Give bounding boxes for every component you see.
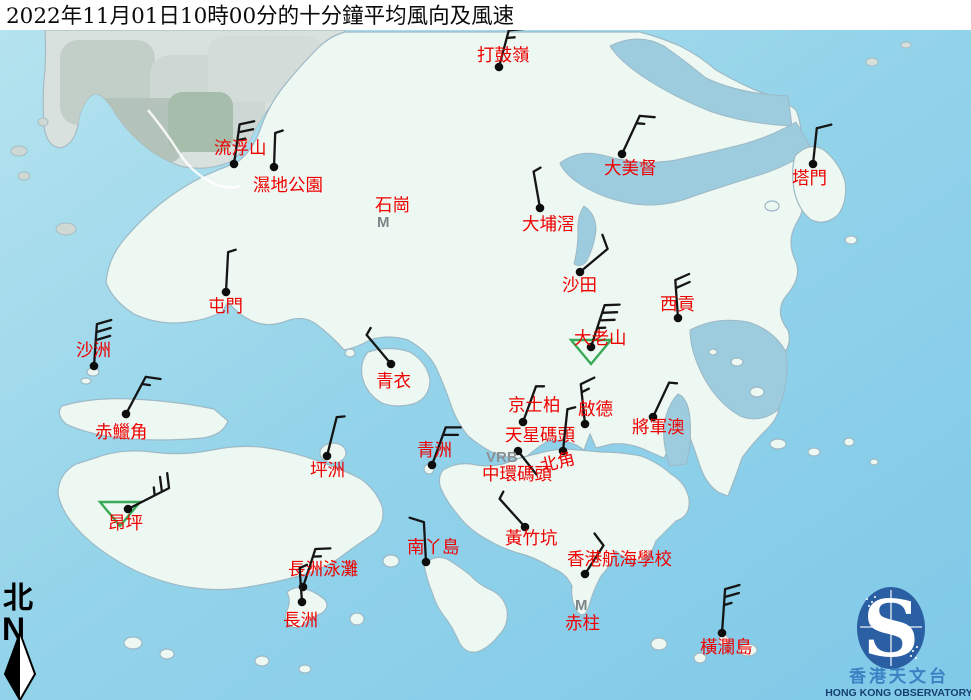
station-label: 西貢 [660,295,695,315]
station-dot [809,160,818,169]
station-dot [422,558,431,567]
weather-wind-map: 打鼓嶺流浮山濕地公園M石崗大美督塔門大埔滘沙田西貢大老山屯門沙洲赤鱲角青衣青洲坪… [0,0,971,700]
station-dot [230,160,239,169]
station-label: 打鼓嶺 [477,46,530,66]
station-label: 京士柏 [508,396,561,416]
station-label: 赤柱 [565,614,600,634]
missing-data-marker: M [575,597,588,614]
station-dot [618,150,627,159]
station-label: 青衣 [376,372,411,392]
station-dot [124,505,133,514]
station-dot [122,410,131,419]
station-label: 青洲 [417,441,452,461]
station-label: 沙田 [562,276,597,296]
station-label: 屯門 [208,297,243,317]
station-label: 啟德 [578,400,613,420]
title-bar: 2022年11月01日10時00分的十分鐘平均風向及風速 [0,0,971,30]
station-dot [519,418,528,427]
station-dot [90,362,99,371]
station-label: 昂坪 [108,514,143,534]
station-dot [536,204,545,213]
station-dot [428,461,437,470]
station-dot [222,288,231,297]
station-label: 橫瀾島 [700,638,753,658]
station-dot [576,268,585,277]
station-label: 濕地公園 [253,176,323,196]
station-dot [298,598,307,607]
station-label: 流浮山 [214,139,267,159]
logo-s-glyph: S [863,584,919,675]
station-dot [581,420,590,429]
station-label: 沙洲 [76,341,111,361]
station-label: 大美督 [604,159,657,179]
map-title: 2022年11月01日10時00分的十分鐘平均風向及風速 [6,4,514,29]
station-label: 長洲泳灘 [288,560,358,580]
logo-name-cn: 香港天文台 [849,666,949,687]
station-label: 坪洲 [310,461,345,481]
station-dot [387,360,396,369]
logo-name-en: HONG KONG OBSERVATORY [825,687,971,699]
station-label: 香港航海學校 [567,550,672,570]
station-label: 南丫島 [407,538,460,558]
station-label: 大埔滘 [522,215,575,235]
variable-wind-marker: VRB [486,449,518,466]
station-label: 赤鱲角 [95,423,148,443]
station-dot [718,629,727,638]
station-dot [323,452,332,461]
station-dot [270,163,279,172]
map-canvas: 打鼓嶺流浮山濕地公園M石崗大美督塔門大埔滘沙田西貢大老山屯門沙洲赤鱲角青衣青洲坪… [0,0,971,700]
missing-data-marker: M [377,214,390,231]
station-label: 將軍澳 [632,418,685,438]
peng-chau-island [320,443,346,463]
station-label: 黃竹坑 [505,529,558,549]
station-dot [581,570,590,579]
station-label: 大老山 [574,329,627,349]
station-label: 石崗 [375,196,410,216]
station-label: 長洲 [283,611,318,631]
station-label: 塔門 [792,169,827,189]
